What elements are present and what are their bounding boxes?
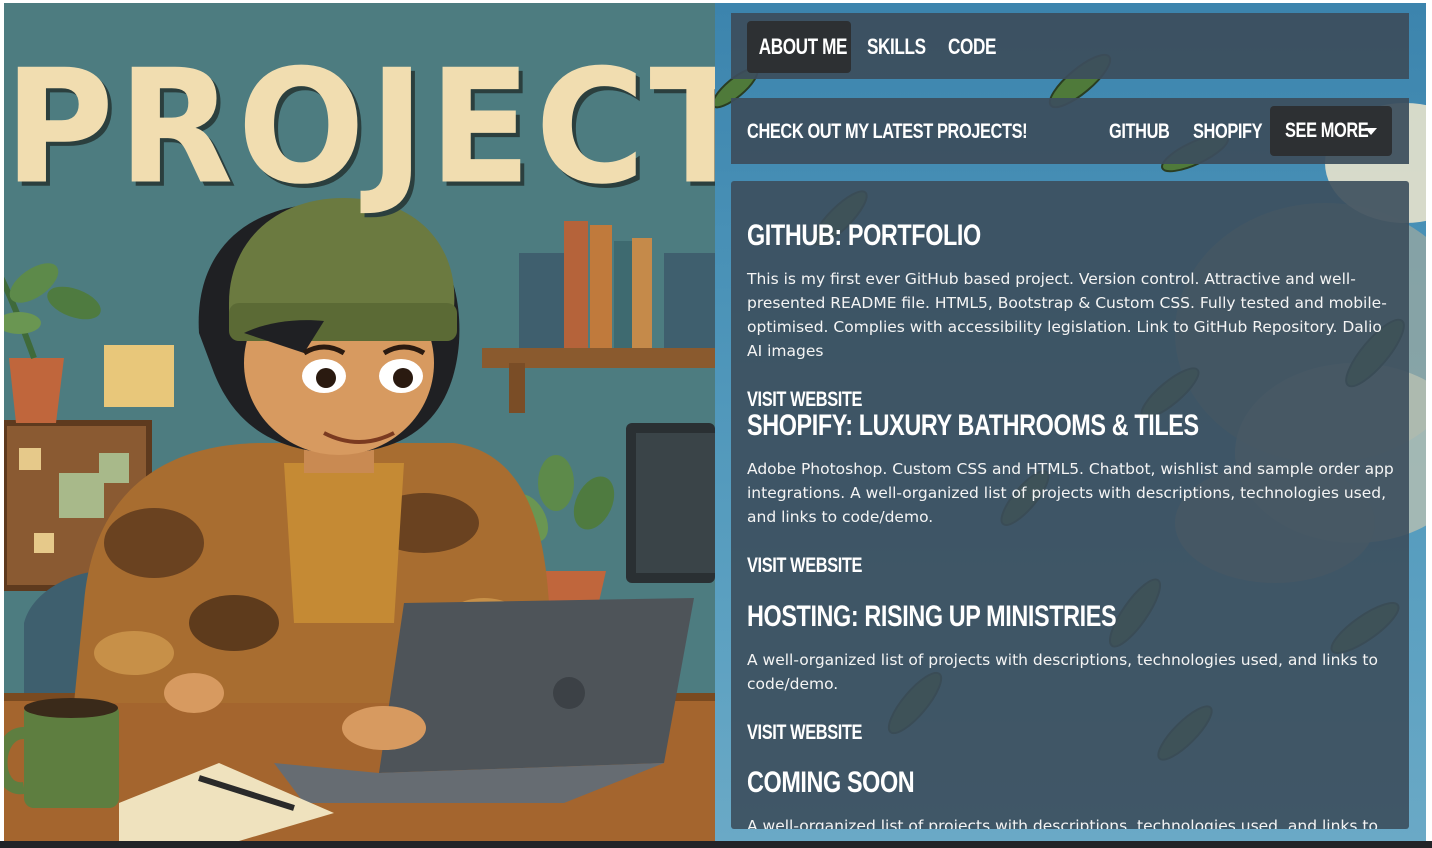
project-title: Coming Soon	[747, 766, 915, 799]
see-more-label: See More	[1285, 119, 1369, 142]
project-description: This is my first ever GitHub based proje…	[747, 270, 1387, 360]
project-item: Coming Soon A well-organized list of pro…	[747, 764, 1397, 829]
project-item: Hosting: Rising Up Ministries A well-org…	[747, 598, 1397, 746]
nav-code-label: Code	[948, 34, 997, 59]
projects-navbar: Check out my latest projects! GitHub Sho…	[731, 98, 1409, 164]
project-title: Shopify: Luxury Bathrooms & Tiles	[747, 409, 1199, 442]
page: PROJECTS Abou	[4, 3, 1426, 841]
project-item: GitHub: Portfolio This is my first ever …	[747, 217, 1397, 413]
visit-website-label: Visit Website	[747, 554, 863, 577]
main-navbar: About Me Skills Code	[731, 13, 1409, 79]
caret-down-icon	[1365, 128, 1377, 135]
subnav-shopify-label: Shopify	[1193, 120, 1263, 143]
right-panel: About Me Skills Code Check out my latest…	[715, 3, 1426, 841]
visit-website-link[interactable]: Visit Website	[747, 718, 1397, 746]
project-description: A well-organized list of projects with d…	[747, 817, 1378, 829]
hero-illustration: PROJECTS	[4, 3, 715, 841]
projects-navbar-brand-label: Check out my latest projects!	[747, 120, 1028, 143]
nav-code[interactable]: Code	[948, 21, 998, 73]
bottom-bar	[0, 841, 1432, 848]
project-title: Hosting: Rising Up Ministries	[747, 600, 1117, 633]
see-more-dropdown[interactable]: See More	[1270, 106, 1392, 156]
subnav-shopify-link[interactable]: Shopify	[1193, 98, 1282, 164]
subnav-github-link[interactable]: GitHub	[1109, 98, 1187, 164]
nav-skills[interactable]: Skills	[867, 21, 927, 73]
subnav-github-label: GitHub	[1109, 120, 1170, 143]
project-description: Adobe Photoshop. Custom CSS and HTML5. C…	[747, 460, 1394, 526]
nav-about-me[interactable]: About Me	[747, 21, 851, 73]
visit-website-label: Visit Website	[747, 721, 863, 744]
nav-skills-label: Skills	[867, 34, 926, 59]
project-item: Shopify: Luxury Bathrooms & Tiles Adobe …	[747, 407, 1397, 579]
project-title: GitHub: Portfolio	[747, 219, 981, 252]
project-description: A well-organized list of projects with d…	[747, 651, 1378, 693]
projects-navbar-brand[interactable]: Check out my latest projects!	[747, 98, 1106, 164]
nav-about-me-label: About Me	[758, 34, 848, 59]
projects-list[interactable]: GitHub: Portfolio This is my first ever …	[731, 181, 1409, 829]
visit-website-link[interactable]: Visit Website	[747, 551, 1397, 579]
hero-title: PROJECTS	[4, 36, 715, 220]
